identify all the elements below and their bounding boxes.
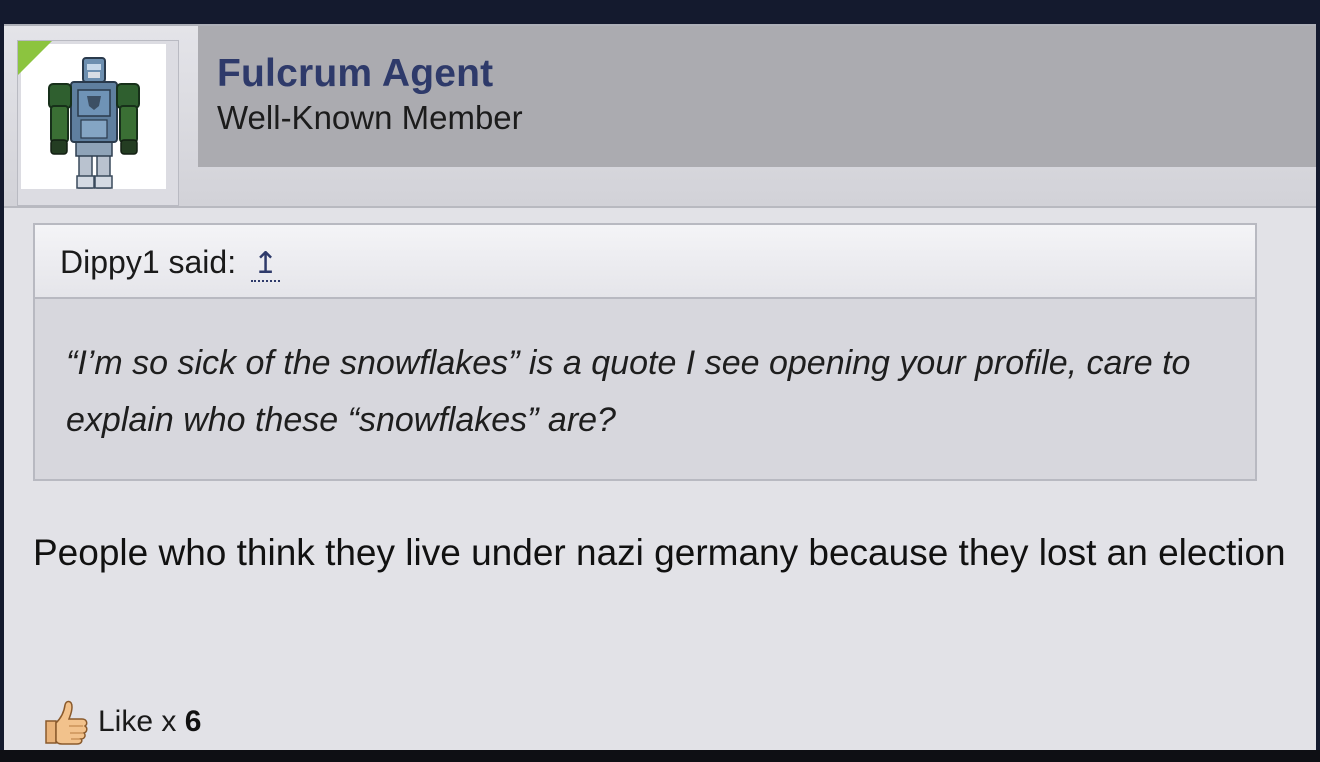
quote-attribution: Dippy1 said: ↥ (60, 244, 281, 282)
user-banner (198, 26, 1316, 167)
post-message: People who think they live under nazi ge… (33, 532, 1286, 573)
post-header: Fulcrum Agent Well-Known Member (4, 26, 1316, 208)
like-label: Like x 6 (98, 705, 201, 739)
forum-post: Fulcrum Agent Well-Known Member Dippy1 s… (4, 24, 1316, 750)
quote-author: Dippy1 (60, 244, 160, 280)
quote-header: Dippy1 said: ↥ (35, 225, 1255, 299)
quote-said-label: said: (168, 244, 237, 280)
quote-text: “I’m so sick of the snowflakes” is a quo… (66, 344, 1191, 439)
like-summary: Like x 6 (40, 697, 201, 747)
thumbs-up-icon[interactable] (40, 697, 90, 747)
user-title: Well-Known Member (217, 99, 523, 136)
page: Fulcrum Agent Well-Known Member Dippy1 s… (0, 0, 1320, 762)
bottom-frame-bar (0, 750, 1320, 762)
avatar-frame[interactable] (17, 40, 179, 206)
online-status-indicator (18, 41, 52, 75)
like-text: Like x (98, 705, 177, 738)
jump-to-quoted-post-icon[interactable]: ↥ (250, 247, 281, 282)
username-link[interactable]: Fulcrum Agent (217, 52, 493, 96)
like-count[interactable]: 6 (185, 705, 202, 738)
quote-block: Dippy1 said: ↥ “I’m so sick of the snowf… (33, 223, 1257, 481)
